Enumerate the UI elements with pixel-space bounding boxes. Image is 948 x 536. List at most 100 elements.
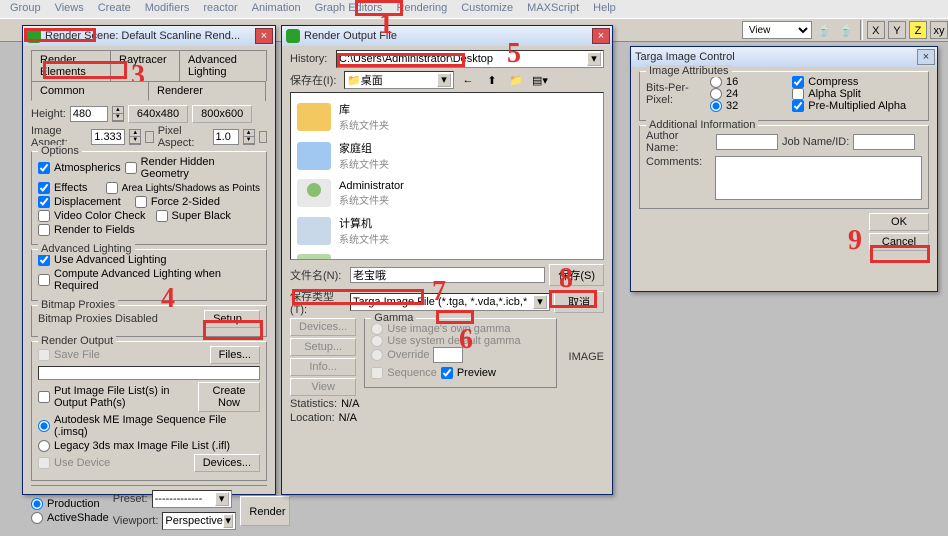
menu-reactor[interactable]: reactor xyxy=(197,0,243,18)
chk-arealights[interactable] xyxy=(106,182,118,194)
author-input[interactable] xyxy=(716,134,778,150)
chk-sb[interactable] xyxy=(156,210,168,222)
chk-2sided[interactable] xyxy=(135,196,147,208)
newfolder-icon[interactable]: 📁 xyxy=(506,70,526,90)
list-item[interactable]: 库系统文件夹 xyxy=(295,97,599,136)
menu-help[interactable]: Help xyxy=(587,0,622,18)
z-toggle[interactable]: Z xyxy=(909,21,927,39)
list-item[interactable]: 家庭组系统文件夹 xyxy=(295,136,599,175)
gamma-override xyxy=(433,347,463,363)
render-button[interactable]: Render xyxy=(240,496,290,526)
menu-create[interactable]: Create xyxy=(92,0,137,18)
viewmenu-icon[interactable]: ▤▾ xyxy=(530,70,550,90)
options-group: Options Atmospherics Render Hidden Geome… xyxy=(31,151,267,245)
savein-select[interactable]: 📁 桌面▾ xyxy=(344,71,454,89)
viewport-select[interactable]: Perspective▾ xyxy=(162,512,236,530)
chk-compress[interactable] xyxy=(792,76,804,88)
tab-renderer[interactable]: Renderer xyxy=(148,81,266,101)
chk-fields[interactable] xyxy=(38,224,50,236)
pa-label: Pixel Aspect: xyxy=(158,125,209,149)
save-button[interactable]: 保存(S) xyxy=(549,264,604,286)
ia-spinner[interactable]: ▲▼ xyxy=(129,129,141,145)
up-icon[interactable]: ⬆ xyxy=(482,70,502,90)
height-spinner[interactable]: ▲▼ xyxy=(112,106,124,122)
cancel-button[interactable]: Cancel xyxy=(869,233,929,251)
chk-adv1[interactable] xyxy=(38,254,50,266)
chk-seq xyxy=(371,367,383,379)
pa-spinner[interactable]: ▲▼ xyxy=(243,129,255,145)
xy-toggle[interactable]: xy xyxy=(930,21,948,39)
file-list[interactable]: 库系统文件夹 家庭组系统文件夹 Administrator系统文件夹 计算机系统… xyxy=(290,92,604,260)
rad-24[interactable] xyxy=(710,88,722,100)
render-scene-titlebar[interactable]: Render Scene: Default Scanline Rend... × xyxy=(23,26,275,46)
height-input[interactable] xyxy=(70,106,108,122)
menu-animation[interactable]: Animation xyxy=(246,0,307,18)
pa-lock-icon[interactable] xyxy=(259,131,267,143)
view-select[interactable]: View xyxy=(742,21,812,39)
preset-800[interactable]: 800x600 xyxy=(192,105,252,123)
chk-effects[interactable] xyxy=(38,182,50,194)
createnow-button[interactable]: Create Now xyxy=(198,382,260,412)
preset-640[interactable]: 640x480 xyxy=(128,105,188,123)
menu-rendering[interactable]: Rendering xyxy=(390,0,453,18)
ia-input[interactable] xyxy=(91,129,125,145)
filename-input[interactable] xyxy=(350,267,545,283)
preset-select[interactable]: -------------▾ xyxy=(152,490,232,508)
chk-vcc[interactable] xyxy=(38,210,50,222)
menu-maxscript[interactable]: MAXScript xyxy=(521,0,585,18)
list-item[interactable]: Administrator系统文件夹 xyxy=(295,175,599,211)
render-icon2[interactable]: 🍵 xyxy=(836,20,856,40)
list-item[interactable]: 网络 xyxy=(295,250,599,260)
y-toggle[interactable]: Y xyxy=(888,21,906,39)
history-select[interactable]: C:\Users\Administrator\Desktop▾ xyxy=(336,50,604,68)
menu-grapheditors[interactable]: Graph Editors xyxy=(309,0,389,18)
rad-legacy[interactable] xyxy=(38,440,50,452)
network-icon xyxy=(297,254,331,260)
tab-advanced-lighting[interactable]: Advanced Lighting xyxy=(179,50,267,81)
rad-16[interactable] xyxy=(710,76,722,88)
rad-me[interactable] xyxy=(38,420,50,432)
close-icon[interactable]: × xyxy=(255,28,273,44)
file-dlg-titlebar[interactable]: Render Output File × xyxy=(282,26,612,46)
pa-input[interactable] xyxy=(213,129,239,145)
rad-activeshade[interactable] xyxy=(31,512,43,524)
rad-32[interactable] xyxy=(710,100,722,112)
output-path xyxy=(38,366,260,380)
chk-adv2[interactable] xyxy=(38,274,50,286)
x-toggle[interactable]: X xyxy=(867,21,885,39)
setup-button[interactable]: Setup... xyxy=(204,310,260,328)
devices-button[interactable]: Devices... xyxy=(290,318,356,336)
tab-raytracer[interactable]: Raytracer xyxy=(110,50,180,81)
ok-button[interactable]: OK xyxy=(869,213,929,231)
targa-title: Targa Image Control xyxy=(635,51,735,63)
menu-group[interactable]: Group xyxy=(4,0,47,18)
menu-customize[interactable]: Customize xyxy=(455,0,519,18)
chk-disp[interactable] xyxy=(38,196,50,208)
renderoutput-group: Render Output Save File Files... Put Ima… xyxy=(31,341,267,481)
filetype-select[interactable]: Targa Image File (*.tga, *.vda,*.icb,*▾ xyxy=(350,293,550,311)
menu-views[interactable]: Views xyxy=(49,0,90,18)
close-icon[interactable]: × xyxy=(592,28,610,44)
chk-preview[interactable] xyxy=(441,367,453,379)
chk-atmos[interactable] xyxy=(38,162,50,174)
list-item[interactable]: 计算机系统文件夹 xyxy=(295,211,599,250)
files-button[interactable]: Files... xyxy=(210,346,260,364)
job-input[interactable] xyxy=(853,134,915,150)
chk-premul[interactable] xyxy=(792,100,804,112)
close-icon[interactable]: × xyxy=(917,49,935,65)
render-icon[interactable]: 🍵 xyxy=(814,20,834,40)
comments-input[interactable] xyxy=(715,156,922,200)
chk-hidden[interactable] xyxy=(125,162,137,174)
devices-button[interactable]: Devices... xyxy=(194,454,260,472)
render-output-file-window: Render Output File × History: C:\Users\A… xyxy=(281,25,613,495)
chk-alpha[interactable] xyxy=(792,88,804,100)
back-icon[interactable]: ← xyxy=(458,70,478,90)
chk-putifl[interactable] xyxy=(38,391,50,403)
tab-common[interactable]: Common xyxy=(31,81,149,101)
cancel-button[interactable]: 取消 xyxy=(554,291,604,313)
targa-titlebar[interactable]: Targa Image Control × xyxy=(631,47,937,67)
ia-lock-icon[interactable] xyxy=(145,131,153,143)
tab-render-elements[interactable]: Render Elements xyxy=(31,50,111,81)
gamma-group: Gamma Use image's own gamma Use system d… xyxy=(364,318,556,388)
menu-modifiers[interactable]: Modifiers xyxy=(139,0,196,18)
